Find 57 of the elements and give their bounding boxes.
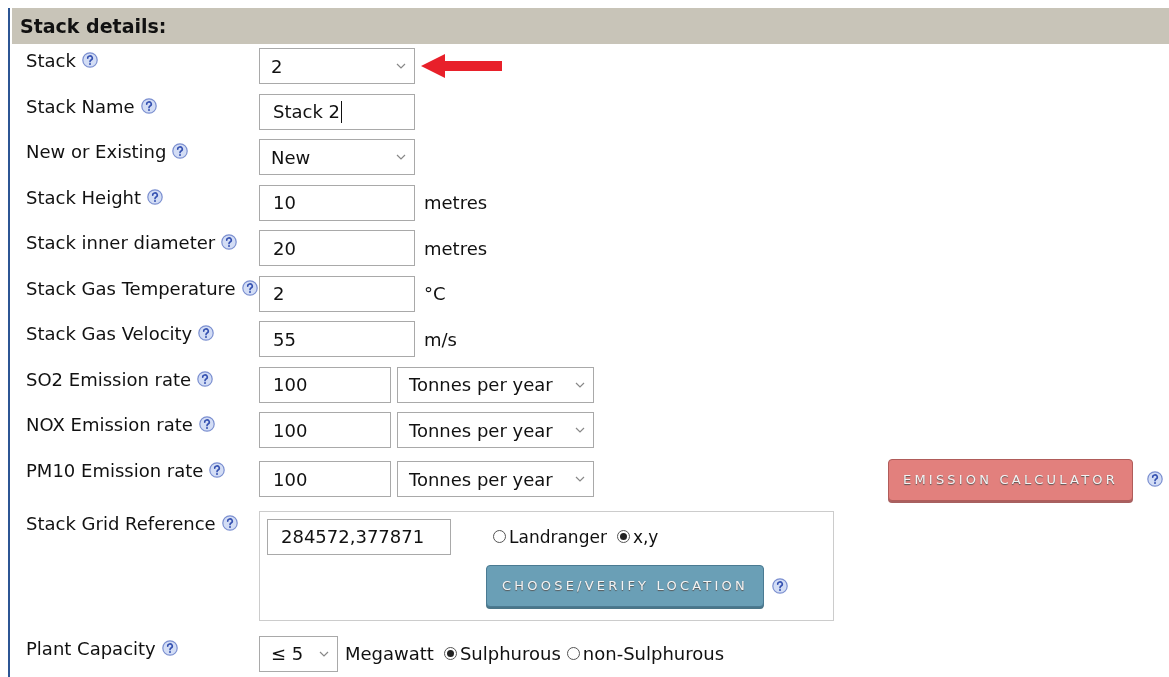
unit-label: m/s [424, 328, 457, 350]
field-label: Stack Height [26, 186, 142, 208]
chevron-down-icon [396, 154, 406, 160]
help-icon[interactable] [147, 188, 164, 205]
field-label: Stack Gas Temperature [26, 277, 236, 299]
unit-dropdown[interactable]: Tonnes per year [397, 366, 594, 403]
input-field[interactable]: 284572,377871 [267, 518, 451, 555]
capacity-dropdown[interactable]: ≤ 5 [259, 635, 338, 672]
help-icon[interactable] [172, 143, 189, 159]
help-icon[interactable] [81, 52, 98, 68]
chevron-down-icon [396, 63, 406, 69]
field-label: Plant Capacity [26, 637, 156, 659]
chevron-down-icon [575, 427, 585, 433]
help-icon[interactable] [161, 639, 178, 656]
help-icon[interactable] [221, 514, 238, 531]
chevron-down-icon [575, 476, 585, 482]
unit-dropdown[interactable]: Tonnes per year [397, 461, 594, 497]
field-label: Stack Gas Velocity [26, 323, 193, 344]
input-field[interactable]: 100 [259, 412, 391, 448]
radio-option[interactable]: Sulphurous [443, 643, 561, 664]
help-icon[interactable] [1147, 471, 1163, 487]
unit-label: °C [424, 283, 446, 304]
field-label: Stack Name [26, 95, 135, 117]
dropdown[interactable]: New [259, 139, 415, 175]
dropdown[interactable]: 2 [259, 48, 415, 84]
unit-label: metres [424, 237, 488, 259]
help-icon[interactable] [140, 97, 157, 114]
input-field[interactable]: 100 [259, 461, 391, 497]
input-field[interactable]: 2 [259, 275, 415, 312]
radio-option[interactable]: x,y [616, 526, 659, 547]
field-label: Stack Grid Reference [26, 512, 216, 534]
help-icon[interactable] [772, 577, 788, 594]
section-header: Stack details: [12, 8, 1169, 44]
field-label: PM10 Emission rate [26, 459, 204, 481]
chevron-down-icon [319, 650, 329, 657]
unit-label: metres [424, 192, 488, 213]
help-icon[interactable] [241, 279, 258, 296]
chevron-down-icon [575, 381, 585, 388]
unit-label: Megawatt [345, 643, 434, 664]
help-icon[interactable] [198, 416, 215, 432]
help-icon[interactable] [209, 461, 226, 478]
input-field[interactable]: 10 [259, 184, 415, 221]
field-label: NOX Emission rate [26, 414, 193, 435]
input-field[interactable]: 20 [259, 230, 415, 266]
unit-dropdown[interactable]: Tonnes per year [397, 412, 594, 448]
field-label: Stack [26, 50, 76, 71]
radio-option[interactable]: non-Sulphurous [566, 643, 725, 664]
field-label: Stack inner diameter [26, 232, 216, 253]
input-field[interactable]: 100 [259, 366, 391, 403]
input-field[interactable]: 55 [259, 321, 415, 357]
radio-option[interactable]: Landranger [493, 526, 607, 547]
help-icon[interactable] [197, 370, 214, 387]
help-icon[interactable] [198, 325, 215, 341]
field-label: New or Existing [26, 141, 167, 162]
input-field[interactable]: Stack 2 [259, 93, 415, 130]
help-icon[interactable] [221, 234, 238, 250]
field-label: SO2 Emission rate [26, 368, 192, 390]
